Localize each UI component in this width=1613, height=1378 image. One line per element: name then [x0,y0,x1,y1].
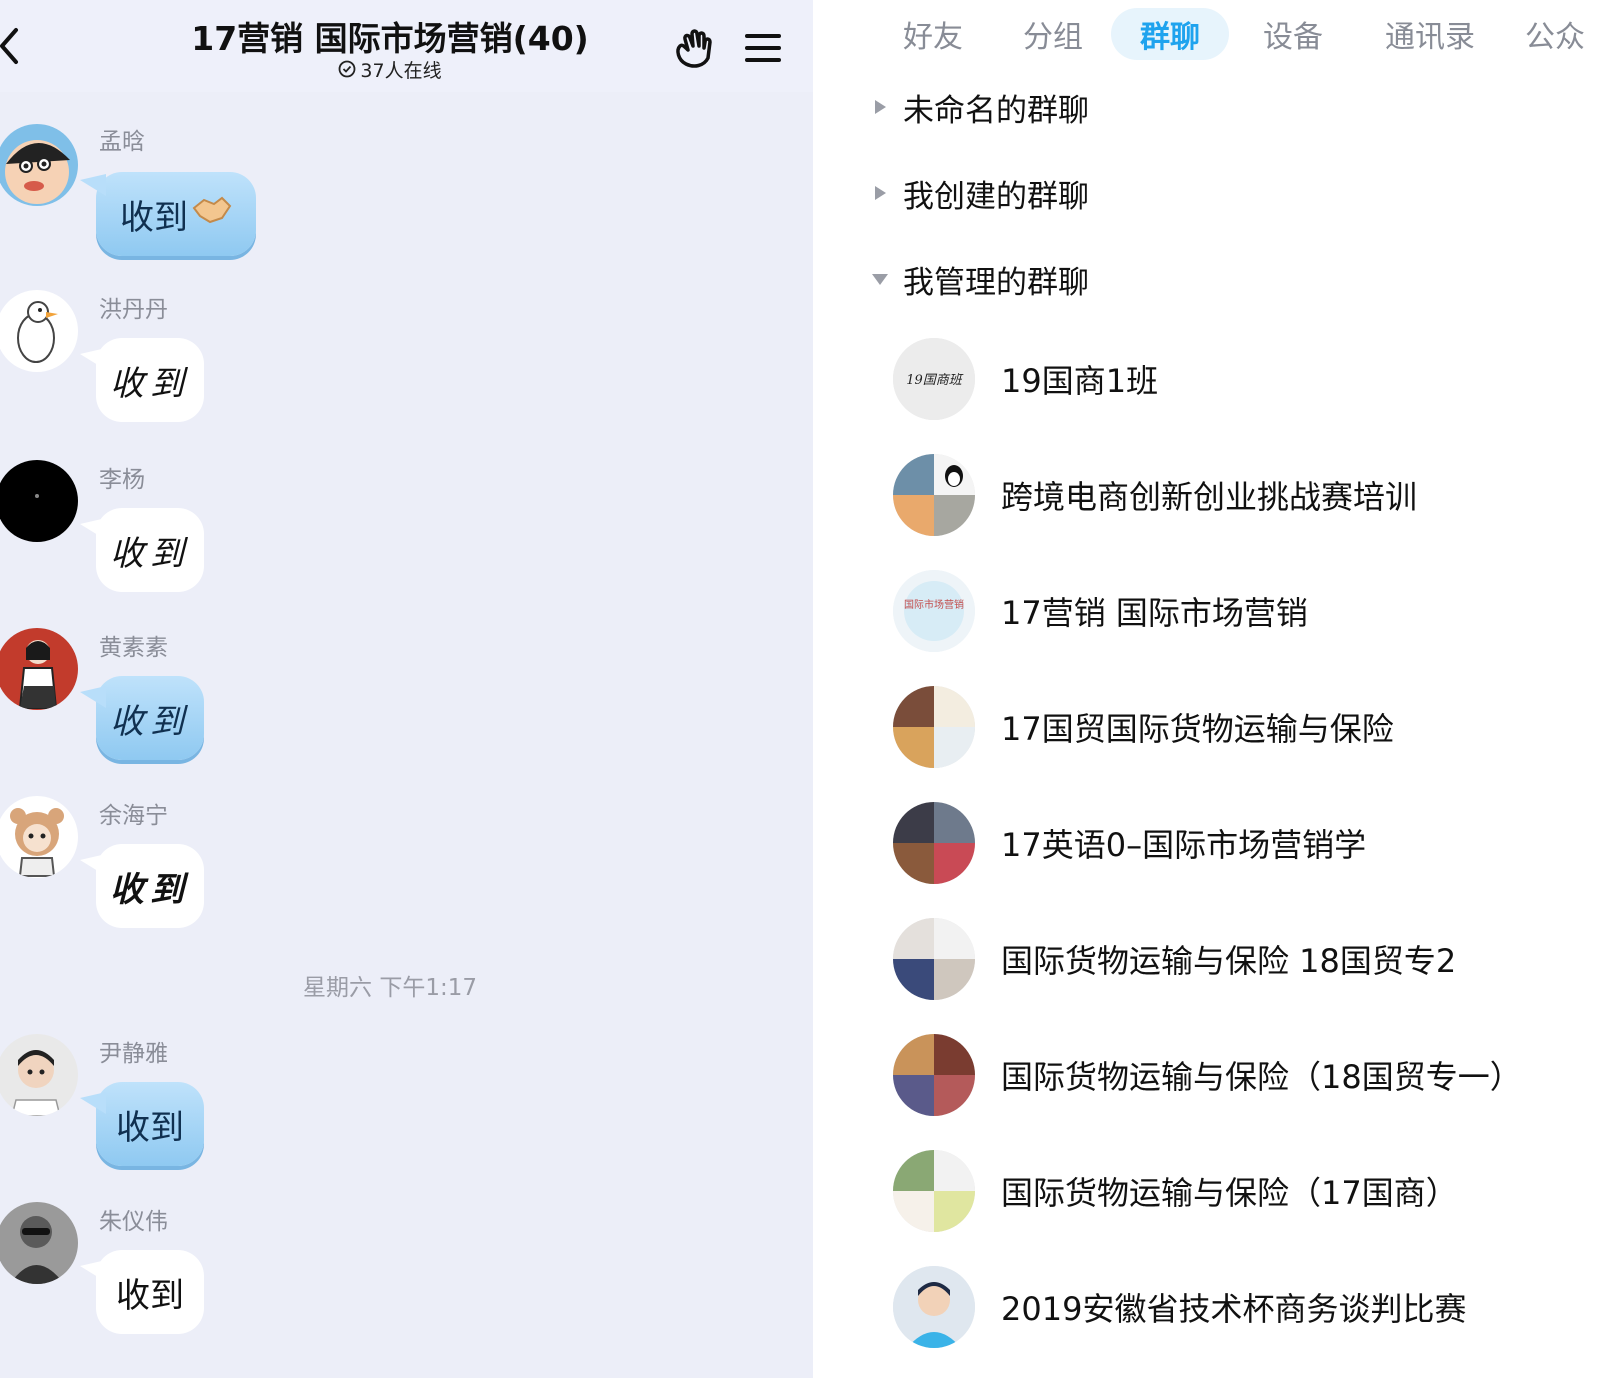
bubble-tail-icon [80,1260,106,1282]
bubble-tail-icon [80,174,106,196]
caret-right-icon [869,96,891,118]
bubble-tail-icon [80,518,106,540]
group-row[interactable]: 19国商班 19国商1班 [893,338,1593,422]
sender-name: 朱仪伟 [99,1209,168,1235]
group-name: 跨境电商创新创业挑战赛培训 [1001,478,1418,516]
sender-name: 余海宁 [99,803,168,829]
message-text: 收到 [116,1275,184,1316]
section-label: 我管理的群聊 [903,264,1089,301]
group-name: 19国商1班 [1001,362,1159,400]
contacts-pane: 好友 分组 群聊 设备 通讯录 公众 未命名的群聊 我创建的群聊 我管理的群聊 … [813,0,1613,1378]
avatar[interactable] [0,796,78,878]
message-text: 收到 [110,701,190,742]
group-name: 17营销 国际市场营销 [1001,594,1308,632]
tab-groups[interactable]: 分组 [1013,8,1093,60]
sender-name: 洪丹丹 [99,297,168,323]
sender-name: 孟晗 [99,129,145,155]
online-count-text: 37人在线 [360,60,442,82]
message-text: 收到 [116,1107,184,1148]
avatar[interactable] [0,290,78,372]
group-row[interactable]: 跨境电商创新创业挑战赛培训 [893,454,1593,538]
bubble-tail-icon [80,348,106,370]
avatar[interactable] [0,1202,78,1284]
message-bubble[interactable]: 收到 [96,1082,204,1166]
group-avatar: 国际市场营销 [893,570,975,652]
contacts-tabs: 好友 分组 群聊 设备 通讯录 公众 [813,0,1613,66]
group-name: 国际货物运输与保险 18国贸专2 [1001,942,1457,980]
group-avatar [893,918,975,1000]
group-name: 2019安徽省技术杯商务谈判比赛 [1001,1290,1467,1328]
group-avatar [893,1034,975,1116]
group-name: 国际货物运输与保险（17国商） [1001,1174,1458,1212]
group-row[interactable]: 17英语0–国际市场营销学 [893,802,1593,886]
group-avatar: 19国商班 [893,338,975,420]
group-avatar [893,686,975,768]
handshake-icon [192,194,232,235]
group-avatar [893,1150,975,1232]
message-text: 收到 [120,197,188,238]
avatar[interactable] [0,1034,78,1116]
hand-gesture-icon [676,29,712,68]
group-row[interactable]: 17国贸国际货物运输与保险 [893,686,1593,770]
chat-header: 17营销 国际市场营销(40) 37人在线 [0,0,813,92]
chat-title: 17营销 国际市场营销(40) [191,19,589,58]
message-timestamp: 星期六 下午1:17 [303,975,477,1001]
tab-address-book[interactable]: 通讯录 [1375,8,1485,60]
chat-pane: 17营销 国际市场营销(40) 37人在线 孟晗 收到 洪丹丹 收到 李杨 收到… [0,0,813,1378]
group-avatar [893,454,975,536]
message-text: 收到 [110,533,190,574]
group-name: 17国贸国际货物运输与保险 [1001,710,1394,748]
sender-name: 黄素素 [99,635,168,661]
caret-right-icon [869,182,891,204]
tab-official-accounts[interactable]: 公众 [1525,8,1605,60]
group-avatar [893,802,975,884]
group-row[interactable]: 国际货物运输与保险 18国贸专2 [893,918,1593,1002]
group-avatar [893,1266,975,1348]
avatar[interactable] [0,628,78,710]
avatar[interactable] [0,124,78,206]
online-status-icon [338,60,356,83]
bubble-tail-icon [80,854,106,876]
bubble-tail-icon [80,686,106,708]
group-row[interactable]: 国际货物运输与保险（17国商） [893,1150,1593,1234]
message-text: 收到 [110,363,190,404]
hamburger-menu-icon [745,34,781,62]
caret-down-icon [869,268,891,290]
chevron-left-icon [0,28,18,64]
bubble-tail-icon [80,1092,106,1114]
message-bubble[interactable]: 收到 [96,508,204,592]
message-bubble[interactable]: 收到 [96,676,204,760]
message-bubble[interactable]: 收到 [96,338,204,422]
message-text: 收到 [110,869,190,910]
avatar-text: 19国商班 [906,373,964,388]
section-created-groups[interactable]: 我创建的群聊 [869,168,1089,218]
tab-devices[interactable]: 设备 [1253,8,1333,60]
message-bubble[interactable]: 收到 [96,844,204,928]
hand-gesture-button[interactable] [670,24,716,70]
back-button[interactable] [0,24,30,68]
message-bubble[interactable]: 收到 [96,172,256,256]
message-bubble[interactable]: 收到 [96,1250,204,1334]
avatar-text: 国际市场营销 [904,598,964,611]
group-name: 17英语0–国际市场营销学 [1001,826,1367,864]
online-count: 37人在线 [290,56,490,83]
group-row[interactable]: 2019安徽省技术杯商务谈判比赛 [893,1266,1593,1350]
tab-friends[interactable]: 好友 [893,8,973,60]
group-row[interactable]: 国际货物运输与保险（18国贸专一） [893,1034,1593,1118]
menu-button[interactable] [743,28,783,68]
group-name: 国际货物运输与保险（18国贸专一） [1001,1058,1522,1096]
group-row[interactable]: 国际市场营销 17营销 国际市场营销 [893,570,1593,654]
section-label: 未命名的群聊 [903,92,1089,129]
tab-group-chats[interactable]: 群聊 [1111,8,1229,60]
sender-name: 李杨 [99,467,145,493]
section-label: 我创建的群聊 [903,178,1089,215]
section-managed-groups[interactable]: 我管理的群聊 [869,254,1089,304]
avatar[interactable] [0,460,78,542]
sender-name: 尹静雅 [99,1041,168,1067]
section-unnamed-groups[interactable]: 未命名的群聊 [869,82,1089,132]
